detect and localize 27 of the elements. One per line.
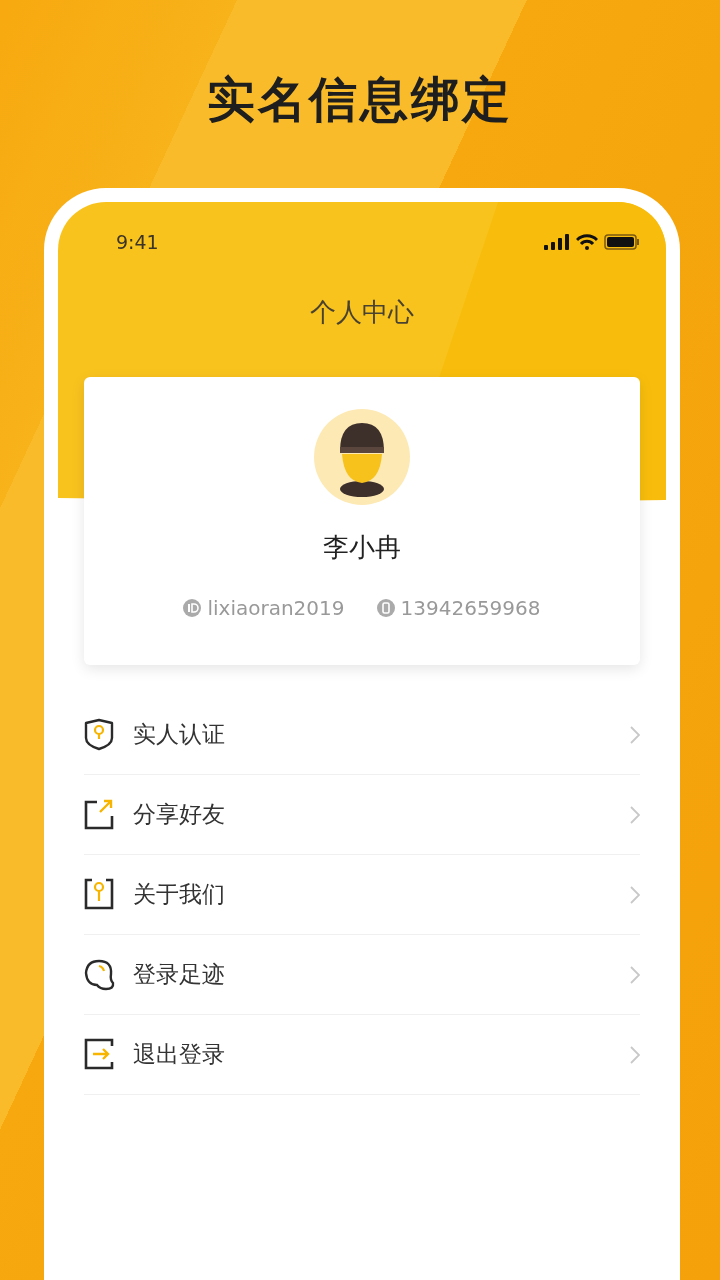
shield-icon [84,718,115,751]
menu-item[interactable]: 退出登录 [84,1015,640,1094]
user-name: 李小冉 [323,531,401,564]
battery-icon [604,234,640,250]
chevron-icon [630,805,640,824]
id-icon [183,599,202,617]
phone-badge-icon [376,599,395,617]
page-title: 个人中心 [309,295,415,329]
promo-headline: 实名信息绑定 [207,70,513,129]
chevron-icon [630,725,640,744]
wifi-icon [576,234,598,250]
chevron-icon [630,1045,640,1064]
username-text: lixiaoran2019 [207,596,345,620]
menu-item[interactable]: 分享好友 [84,775,640,854]
status-time: 9:41 [116,231,160,253]
menu-item[interactable]: 关于我们 [84,855,640,934]
menu-item[interactable]: 实人认证 [84,695,640,774]
share-icon [84,798,115,831]
chevron-icon [630,965,640,984]
bean-icon [84,958,115,991]
menu-item[interactable]: 登录足迹 [84,935,640,1014]
avatar-icon [314,409,410,505]
chevron-icon [630,885,640,904]
logout-icon [84,1038,115,1071]
signal-icon [544,234,570,250]
phone-number: 13942659968 [400,596,541,620]
frame-pin-icon [84,878,115,911]
